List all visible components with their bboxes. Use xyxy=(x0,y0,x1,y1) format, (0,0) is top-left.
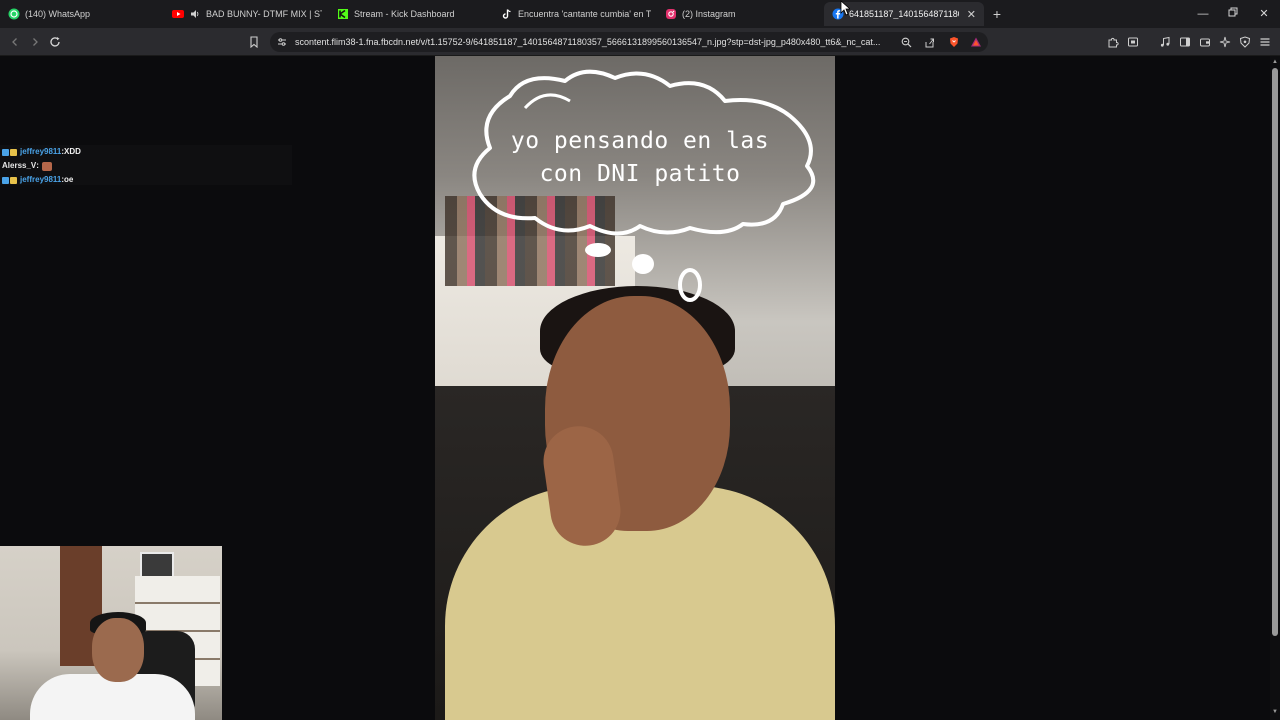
wallet-button[interactable] xyxy=(1197,32,1213,52)
share-icon[interactable] xyxy=(921,32,937,52)
screenshot-icon xyxy=(1128,37,1138,47)
tab-kick[interactable]: Stream - Kick Dashboard xyxy=(337,2,487,26)
page-content: yo pensando en las con DNI patito jeffre… xyxy=(0,56,1280,720)
back-button[interactable] xyxy=(5,32,25,52)
tab-title: BAD BUNNY- DTMF MIX | STACIO xyxy=(206,9,322,19)
sparkle-icon xyxy=(1219,36,1231,48)
mouse-cursor-icon xyxy=(840,0,850,16)
chat-text: oe xyxy=(64,175,74,184)
close-tab-icon[interactable]: ✕ xyxy=(967,8,976,21)
webcam-overlay xyxy=(0,546,222,720)
site-settings-icon[interactable] xyxy=(274,32,290,52)
webcam-poster xyxy=(140,552,174,578)
new-tab-button[interactable]: + xyxy=(990,4,1004,24)
reload-button[interactable] xyxy=(45,32,65,52)
reload-icon xyxy=(50,37,60,47)
scroll-down-icon[interactable]: ▼ xyxy=(1271,708,1279,716)
chat-username: jeffrey9811 xyxy=(20,175,62,184)
address-bar[interactable]: scontent.flim38-1.fna.fbcdn.net/v/t1.157… xyxy=(270,32,988,52)
tab-strip: (140) WhatsApp BAD BUNNY- DTMF MIX | STA… xyxy=(0,0,1280,28)
screenshot-button[interactable] xyxy=(1125,32,1141,52)
minimize-button[interactable]: — xyxy=(1193,4,1213,24)
image-viewer[interactable]: yo pensando en las con DNI patito xyxy=(435,56,835,720)
restore-button[interactable] xyxy=(1223,4,1243,24)
chat-message: jeffrey9811 : oe xyxy=(0,173,292,187)
restore-icon xyxy=(1228,7,1238,17)
instagram-icon xyxy=(665,8,677,20)
hamburger-icon xyxy=(1260,38,1270,46)
media-button[interactable] xyxy=(1157,32,1173,52)
youtube-icon xyxy=(172,8,184,20)
bookmark-icon xyxy=(250,36,258,48)
tab-tiktok[interactable]: Encuentra 'cantante cumbia' en TikTok xyxy=(501,2,651,26)
brave-rewards-icon[interactable] xyxy=(968,32,984,52)
puzzle-icon xyxy=(1108,37,1119,48)
menu-button[interactable] xyxy=(1257,32,1273,52)
tab-title: (140) WhatsApp xyxy=(25,9,91,19)
tab-whatsapp[interactable]: (140) WhatsApp xyxy=(8,2,158,26)
sidebar-icon xyxy=(1180,37,1190,47)
speaker-icon[interactable] xyxy=(189,8,201,20)
chat-separator: : xyxy=(36,161,39,170)
bookmark-button[interactable] xyxy=(246,32,262,52)
overlay-caption-line-1: yo pensando en las xyxy=(510,128,770,154)
tab-instagram[interactable]: (2) Instagram xyxy=(665,2,815,26)
tiktok-icon xyxy=(501,8,513,20)
forward-arrow-icon xyxy=(33,38,38,46)
sidebar-button[interactable] xyxy=(1177,32,1193,52)
leo-ai-button[interactable] xyxy=(1217,32,1233,52)
tab-title: 641851187_1401564871180357_ xyxy=(849,9,959,19)
webcam-streamer-face xyxy=(92,618,144,682)
zoom-icon[interactable] xyxy=(898,32,914,52)
overlay-caption-line-2: con DNI patito xyxy=(539,161,741,187)
chat-username: jeffrey9811 xyxy=(20,147,62,156)
back-arrow-icon xyxy=(12,38,17,46)
forward-button[interactable] xyxy=(25,32,45,52)
scroll-up-icon[interactable]: ▲ xyxy=(1271,58,1279,66)
chat-message: jeffrey9811 : XDD xyxy=(0,145,292,159)
stream-chat: jeffrey9811 : XDD Alerss_V : jeffrey9811… xyxy=(0,145,292,185)
shield-icon xyxy=(1239,36,1251,48)
close-window-button[interactable]: ✕ xyxy=(1254,4,1274,24)
tab-title: Stream - Kick Dashboard xyxy=(354,9,455,19)
vpn-button[interactable] xyxy=(1237,32,1253,52)
whatsapp-icon xyxy=(8,8,20,20)
verified-badge-icon xyxy=(10,176,17,184)
subscriber-badge-icon xyxy=(2,148,9,156)
music-note-icon xyxy=(1160,36,1170,47)
url-text: scontent.flim38-1.fna.fbcdn.net/v/t1.157… xyxy=(295,37,881,47)
wallet-icon xyxy=(1200,38,1210,47)
chat-message: Alerss_V : xyxy=(0,159,292,173)
scroll-thumb[interactable] xyxy=(1272,68,1278,636)
subscriber-badge-icon xyxy=(2,176,9,184)
verified-badge-icon xyxy=(10,148,17,156)
browser-toolbar: scontent.flim38-1.fna.fbcdn.net/v/t1.157… xyxy=(0,28,1280,56)
tab-title: Encuentra 'cantante cumbia' en TikTok xyxy=(518,9,651,19)
chat-text: XDD xyxy=(64,147,81,156)
tab-youtube[interactable]: BAD BUNNY- DTMF MIX | STACIO xyxy=(172,2,322,26)
vertical-scrollbar[interactable]: ▲ ▼ xyxy=(1270,56,1280,720)
chat-username: Alerss_V xyxy=(2,161,37,170)
extensions-button[interactable] xyxy=(1105,32,1121,52)
kick-icon xyxy=(337,8,349,20)
tab-title: (2) Instagram xyxy=(682,9,736,19)
brave-shields-icon[interactable] xyxy=(946,32,962,52)
emote-icon xyxy=(41,161,52,171)
